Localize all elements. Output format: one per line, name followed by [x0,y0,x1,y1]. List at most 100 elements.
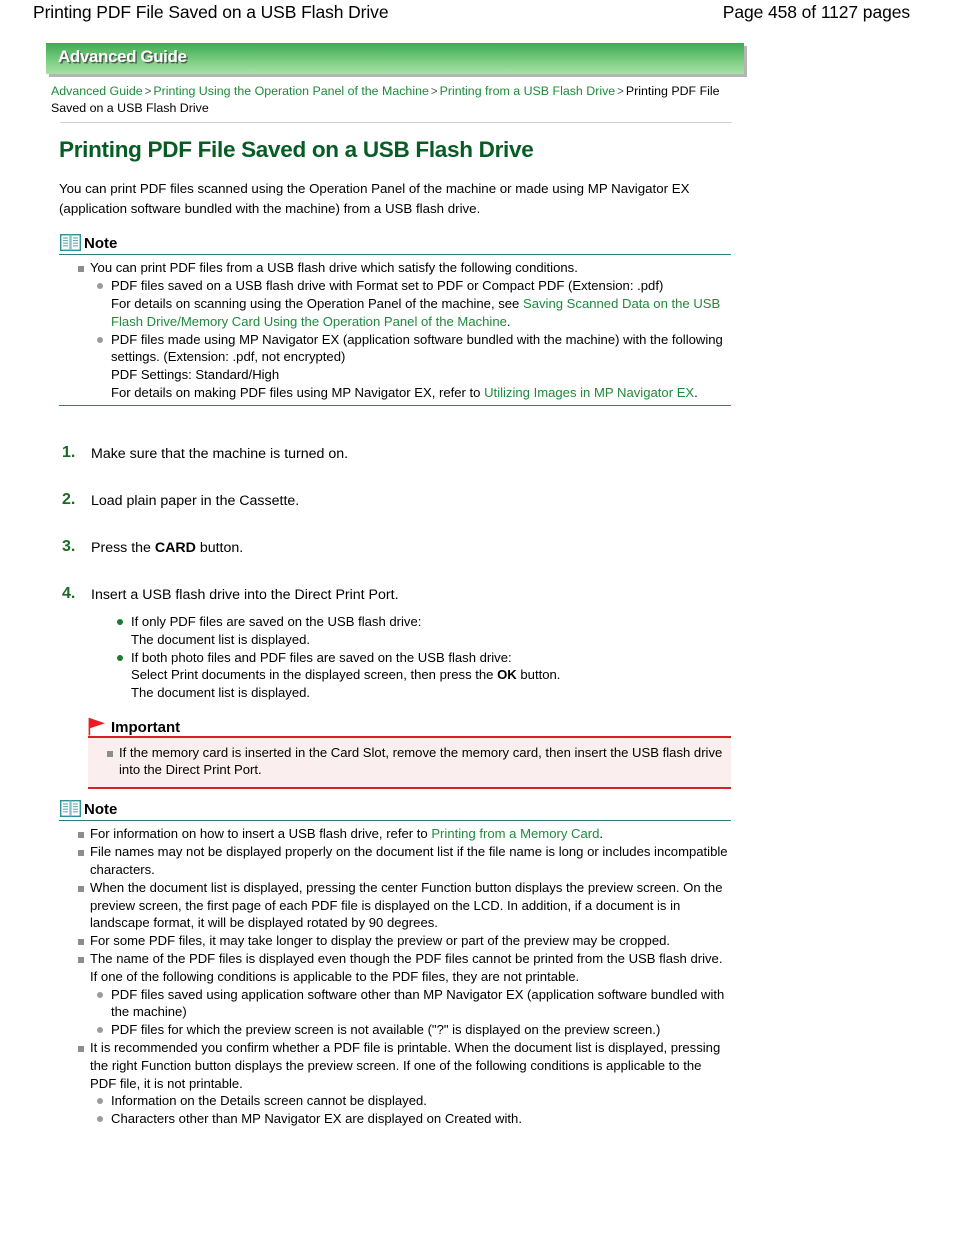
note2-item6-sub1: Information on the Details screen cannot… [111,1093,427,1109]
book-icon [59,799,82,818]
note2-item4: For some PDF files, it may take longer t… [90,933,671,949]
advanced-guide-banner-label: Advanced Guide [58,47,187,66]
step-2-number: 2. [62,491,76,508]
step4-sub2-line2-pre: Select Print documents in the displayed … [131,667,494,683]
step4-sub2-line1: If both photo files and PDF files are sa… [131,649,512,665]
important-block-list: If the memory card is inserted in the Ca… [88,744,731,780]
breadcrumb-separator: > [617,86,624,98]
list-item: For information on how to insert a USB f… [59,825,731,843]
list-item: File names may not be displayed properly… [59,843,731,879]
breadcrumb: Advanced Guide > Printing Using the Operat… [51,83,741,116]
step-3: 3. Press the CARD button. [59,538,749,561]
list-item: PDF files saved using application softwa… [90,986,731,1022]
note2-item6: It is recommended you confirm whether a … [90,1039,721,1091]
step-3-text-post: button. [199,540,244,556]
note2-item1-post: . [599,826,604,842]
note1-sub2-line2: PDF Settings: Standard/High [111,367,280,383]
note1-sub2-line3-post: . [694,384,698,400]
advanced-guide-banner: Advanced Guide [46,43,744,74]
document-page: Printing PDF File Saved on a USB Flash D… [0,0,954,1235]
note-block-1-label: Note [84,235,118,252]
note-block-1-list: You can print PDF files from a USB flash… [59,259,731,401]
step-1: 1. Make sure that the machine is turned … [59,444,749,467]
advanced-guide-banner-wrap: Advanced Guide [46,43,746,74]
breadcrumb-separator: > [144,86,152,98]
note-block-1: Note You can print PDF files from a USB … [59,228,731,407]
list-item: PDF files for which the preview screen i… [90,1021,731,1039]
note2-item6-sublist: Information on the Details screen cannot… [90,1092,731,1128]
note1-sub1-line1: PDF files saved on a USB flash drive wit… [111,278,664,294]
step-3-text: Press the CARD button. [59,538,749,558]
important-item1: If the memory card is inserted in the Ca… [119,744,723,778]
note2-item3: When the document list is displayed, pre… [90,879,723,931]
page-indicator: Page 458 of 1127 pages [722,2,910,22]
list-item: PDF files made using MP Navigator EX (ap… [90,331,731,402]
step-4-text: Insert a USB flash drive into the Direct… [91,587,399,603]
step-1-text: Make sure that the machine is turned on. [91,446,349,462]
step-4: 4. Insert a USB flash drive into the Dir… [59,585,749,702]
breadcrumb-item-printing-from-usb-flash-drive[interactable]: Printing from a USB Flash Drive [440,84,616,98]
breadcrumb-item-printing-using-operation-panel[interactable]: Printing Using the Operation Panel of th… [153,84,429,98]
note-block-2: Note For information on how to insert a … [59,794,731,1128]
note1-sub1-line2-pre: For details on scanning using the Operat… [111,295,520,311]
steps-list: 1. Make sure that the machine is turned … [59,444,749,702]
note2-item5-sublist: PDF files saved using application softwa… [90,986,731,1039]
important-block-label: Important [111,719,181,736]
note1-sub2-line3-pre: For details on making PDF files using MP… [111,384,481,400]
note-block-1-header: Note [59,228,731,252]
note2-item5: The name of the PDF files is displayed e… [90,950,723,984]
step-2-text: Load plain paper in the Cassette. [91,493,300,509]
note1-sub2-line1: PDF files made using MP Navigator EX (ap… [111,331,723,365]
note2-item5-sub1: PDF files saved using application softwa… [111,986,725,1020]
step4-sub1-line1: If only PDF files are saved on the USB f… [131,614,422,629]
important-block-body: If the memory card is inserted in the Ca… [88,737,731,788]
step-2: 2. Load plain paper in the Cassette. [59,491,749,514]
list-item: Information on the Details screen cannot… [90,1092,731,1110]
step-3-text-pre: Press the [91,540,151,556]
note2-item5-sub2: PDF files for which the preview screen i… [111,1022,661,1038]
step-3-number: 3. [62,538,76,555]
list-item: Characters other than MP Navigator EX ar… [90,1110,731,1128]
step-4-sublist-wrap: If only PDF files are saved on the USB f… [59,605,749,702]
list-item: It is recommended you confirm whether a … [59,1039,731,1128]
note2-item6-sub2: Characters other than MP Navigator EX ar… [111,1111,522,1127]
header-divider [60,122,732,123]
list-item: If both photo files and PDF files are sa… [110,649,749,702]
step4-ok-button-label: OK [497,667,517,683]
note-block-2-label: Note [84,801,118,818]
note-block-1-body: You can print PDF files from a USB flash… [59,255,731,401]
running-head: Printing PDF File Saved on a USB Flash D… [0,0,954,34]
note1-sub1-line2-post: . [506,313,511,329]
step-4-number: 4. [62,585,76,602]
step4-sub2-line3: The document list is displayed. [131,685,311,701]
step-3-card-button-label: CARD [154,540,196,556]
breadcrumb-separator: > [430,86,438,98]
list-item: You can print PDF files from a USB flash… [59,259,731,401]
step-1-number: 1. [62,444,76,461]
link-printing-from-memory-card[interactable]: Printing from a Memory Card [431,826,599,841]
step-4-sublist: If only PDF files are saved on the USB f… [110,613,749,702]
note-block-1-sublist: PDF files saved on a USB flash drive wit… [90,277,731,402]
step4-sub1-line2: The document list is displayed. [131,631,311,647]
book-icon [59,233,82,252]
page-title: Printing PDF File Saved on a USB Flash D… [59,137,534,162]
note2-item1-pre: For information on how to insert a USB f… [90,826,428,842]
flag-icon [88,717,108,736]
step4-sub2-line2-post: button. [520,667,561,683]
list-item: If only PDF files are saved on the USB f… [110,613,749,649]
note-block-1-rule-bottom [59,404,731,407]
link-utilizing-images[interactable]: Utilizing Images in MP Navigator EX [484,385,694,400]
note2-item2: File names may not be displayed properly… [90,844,728,877]
list-item: If the memory card is inserted in the Ca… [88,744,731,780]
note-block-2-body: For information on how to insert a USB f… [59,821,731,1128]
list-item: For some PDF files, it may take longer t… [59,932,731,950]
running-head-title: Printing PDF File Saved on a USB Flash D… [33,2,389,22]
important-block: Important If the memory card is inserted… [88,712,731,789]
note1-item1-text: You can print PDF files from a USB flash… [90,260,578,276]
list-item: The name of the PDF files is displayed e… [59,950,731,1039]
note-block-2-header: Note [59,794,731,818]
list-item: When the document list is displayed, pre… [59,879,731,932]
breadcrumb-item-advanced-guide[interactable]: Advanced Guide [51,84,143,98]
list-item: PDF files saved on a USB flash drive wit… [90,277,731,330]
intro-paragraph: You can print PDF files scanned using th… [59,181,690,216]
